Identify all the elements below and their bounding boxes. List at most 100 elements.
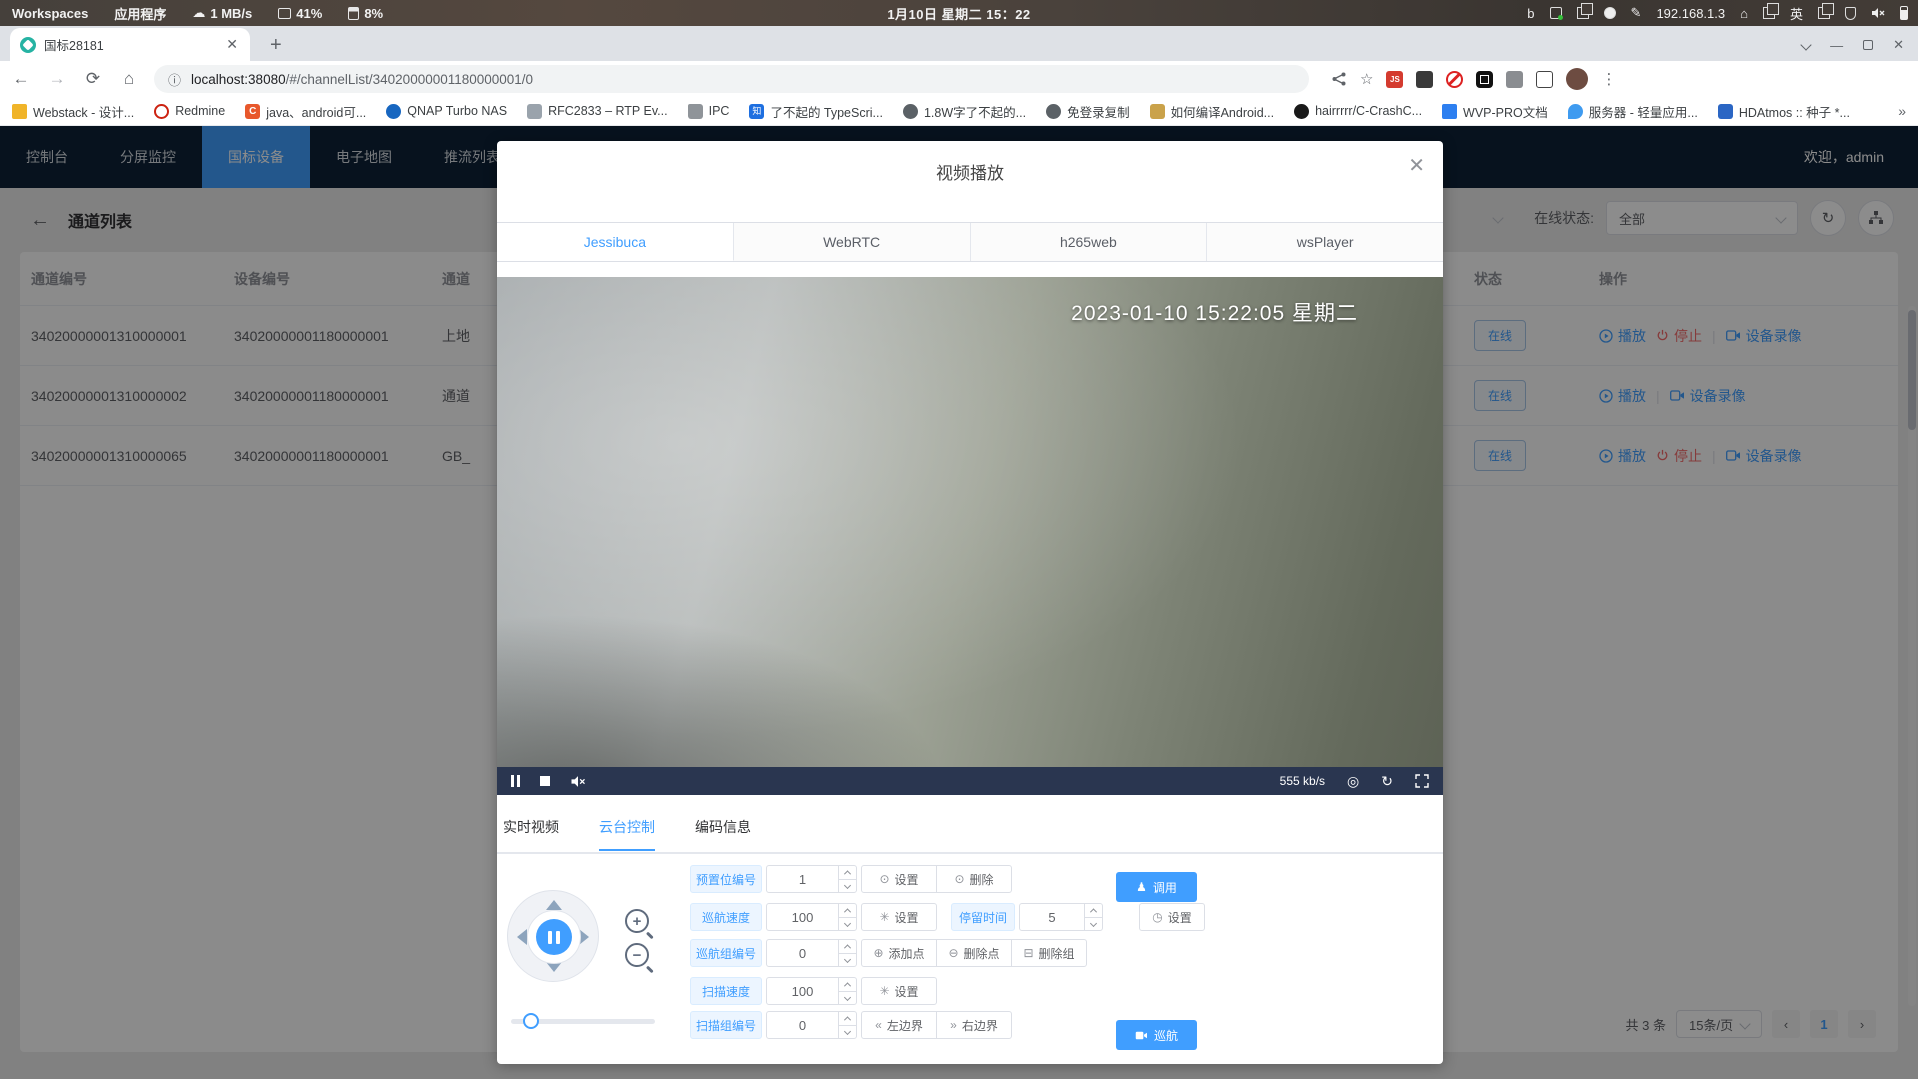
tab-webrtc[interactable]: WebRTC bbox=[734, 223, 971, 261]
extension-icon[interactable] bbox=[1536, 71, 1553, 88]
left-edge-button[interactable]: «左边界 bbox=[861, 1011, 937, 1039]
snapshot-button[interactable]: ◎ bbox=[1347, 773, 1359, 790]
volume-muted-button[interactable] bbox=[570, 775, 586, 788]
bookmark-item[interactable]: RFC2833 – RTP Ev... bbox=[527, 104, 668, 119]
clipboard-tray-icon[interactable] bbox=[1577, 7, 1589, 19]
window-close-button[interactable]: ✕ bbox=[1893, 37, 1904, 53]
applications-menu[interactable]: 应用程序 bbox=[114, 4, 166, 23]
tab-jessibuca[interactable]: Jessibuca bbox=[497, 223, 734, 261]
step-up-icon[interactable] bbox=[839, 940, 856, 953]
bookmark-item[interactable]: HDAtmos :: 种子 *... bbox=[1718, 102, 1850, 121]
step-up-icon[interactable] bbox=[839, 904, 856, 917]
forward-icon[interactable]: → bbox=[46, 69, 68, 89]
bookmark-item[interactable]: 知了不起的 TypeScri... bbox=[749, 102, 883, 121]
stay-time-field[interactable] bbox=[1020, 904, 1084, 930]
volume-muted-icon[interactable] bbox=[1871, 7, 1885, 19]
step-down-icon[interactable] bbox=[1085, 917, 1102, 931]
tab-live-video[interactable]: 实时视频 bbox=[503, 817, 559, 851]
stop-button[interactable] bbox=[540, 776, 550, 786]
bookmark-item[interactable]: 服务器 - 轻量应用... bbox=[1568, 102, 1698, 121]
input-language-indicator[interactable]: 英 bbox=[1790, 4, 1803, 23]
bookmark-item[interactable]: hairrrrr/C-CrashC... bbox=[1294, 104, 1422, 119]
tray-round-icon[interactable] bbox=[1604, 7, 1616, 19]
new-tab-button[interactable]: + bbox=[262, 34, 290, 61]
step-down-icon[interactable] bbox=[839, 879, 856, 893]
reload-icon[interactable]: ⟳ bbox=[82, 69, 104, 89]
blocker-extension-icon[interactable] bbox=[1446, 71, 1463, 88]
clock[interactable]: 1月10日 星期二 15：22 bbox=[887, 4, 1030, 23]
ptz-left-arrow[interactable] bbox=[517, 929, 527, 945]
scan-group-field[interactable] bbox=[767, 1012, 838, 1038]
extensions-puzzle-icon[interactable] bbox=[1506, 71, 1523, 88]
screenshot-tray-icon[interactable] bbox=[1550, 7, 1562, 19]
bookmark-item[interactable]: WVP-PRO文档 bbox=[1442, 102, 1548, 121]
pause-button[interactable] bbox=[511, 775, 520, 787]
step-up-icon[interactable] bbox=[1085, 904, 1102, 917]
cruise-speed-field[interactable] bbox=[767, 904, 838, 930]
tab-encoding-info[interactable]: 编码信息 bbox=[695, 817, 751, 851]
js-extension-icon[interactable]: JS bbox=[1386, 71, 1403, 88]
close-icon[interactable]: ✕ bbox=[1408, 153, 1425, 178]
fullscreen-button[interactable] bbox=[1415, 774, 1429, 788]
bookmark-item[interactable]: QNAP Turbo NAS bbox=[386, 104, 507, 119]
bookmark-star-icon[interactable]: ☆ bbox=[1360, 70, 1373, 88]
bookmark-item[interactable]: 免登录复制 bbox=[1046, 102, 1130, 121]
tab-ptz-control[interactable]: 云台控制 bbox=[599, 817, 655, 851]
tray-app-icon[interactable]: b bbox=[1527, 6, 1534, 21]
ptz-up-arrow[interactable] bbox=[546, 900, 562, 910]
site-info-icon[interactable]: ⓘ bbox=[168, 70, 181, 89]
delete-point-button[interactable]: ⊖删除点 bbox=[936, 939, 1012, 967]
add-point-button[interactable]: ⊕添加点 bbox=[861, 939, 937, 967]
preset-set-button[interactable]: ⊙设置 bbox=[861, 865, 937, 893]
stay-time-set-button[interactable]: ◷设置 bbox=[1139, 903, 1205, 931]
step-down-icon[interactable] bbox=[839, 1025, 856, 1039]
bookmark-item[interactable]: 1.8W字了不起的... bbox=[903, 102, 1026, 121]
bookmarks-overflow-chevron[interactable]: » bbox=[1898, 103, 1906, 119]
ptz-speed-slider[interactable] bbox=[511, 1019, 655, 1024]
bookmark-item[interactable]: Redmine bbox=[154, 104, 225, 119]
home-icon[interactable]: ⌂ bbox=[118, 69, 140, 89]
tab-h265web[interactable]: h265web bbox=[971, 223, 1208, 261]
pen-tray-icon[interactable]: ✎ bbox=[1631, 5, 1642, 21]
browser-tab[interactable]: 国标28181 ✕ bbox=[10, 28, 250, 61]
bookmark-item[interactable]: Webstack - 设计... bbox=[12, 102, 134, 121]
step-down-icon[interactable] bbox=[839, 953, 856, 967]
tab-close-icon[interactable]: ✕ bbox=[224, 36, 240, 53]
share-icon[interactable] bbox=[1331, 71, 1347, 87]
slider-thumb[interactable] bbox=[523, 1013, 539, 1029]
preset-call-button[interactable]: ♟调用 bbox=[1116, 872, 1197, 902]
video-surface[interactable]: 2023-01-10 15:22:05 星期二 上地社区大华 555 kb/s … bbox=[497, 277, 1443, 795]
refresh-stream-button[interactable]: ↻ bbox=[1381, 773, 1393, 790]
right-edge-button[interactable]: »右边界 bbox=[936, 1011, 1012, 1039]
back-icon[interactable]: ← bbox=[10, 69, 32, 89]
extension-icon[interactable] bbox=[1476, 71, 1493, 88]
delete-group-button[interactable]: ⊟删除组 bbox=[1011, 939, 1087, 967]
tab-wsplayer[interactable]: wsPlayer bbox=[1207, 223, 1443, 261]
windows-tray-icon[interactable] bbox=[1763, 7, 1775, 19]
preset-value-field[interactable] bbox=[767, 866, 838, 892]
home-tray-icon[interactable]: ⌂ bbox=[1740, 6, 1748, 21]
workspaces-button[interactable]: Workspaces bbox=[12, 6, 88, 21]
window-chevron-icon[interactable] bbox=[1800, 39, 1811, 50]
shield-tray-icon[interactable] bbox=[1845, 7, 1856, 20]
step-up-icon[interactable] bbox=[839, 866, 856, 879]
zoom-in-button[interactable]: + bbox=[625, 909, 649, 933]
zoom-out-button[interactable]: − bbox=[625, 943, 649, 967]
step-up-icon[interactable] bbox=[839, 978, 856, 991]
scan-speed-field[interactable] bbox=[767, 978, 838, 1004]
preset-delete-button[interactable]: ⊙删除 bbox=[936, 865, 1012, 893]
cruise-speed-set-button[interactable]: ✳设置 bbox=[861, 903, 937, 931]
window-maximize-button[interactable] bbox=[1863, 40, 1873, 50]
step-down-icon[interactable] bbox=[839, 991, 856, 1005]
ptz-stop-pause-button[interactable] bbox=[536, 919, 572, 955]
step-down-icon[interactable] bbox=[839, 917, 856, 931]
window-minimize-button[interactable]: — bbox=[1830, 38, 1843, 53]
extension-icon[interactable] bbox=[1416, 71, 1433, 88]
bookmark-item[interactable]: Cjava、android可... bbox=[245, 102, 366, 121]
ptz-direction-pad[interactable] bbox=[507, 890, 599, 982]
step-up-icon[interactable] bbox=[839, 1012, 856, 1025]
browser-menu-icon[interactable]: ⋮ bbox=[1601, 70, 1616, 88]
bookmark-item[interactable]: 如何编译Android... bbox=[1150, 102, 1275, 121]
bookmark-item[interactable]: IPC bbox=[688, 104, 730, 119]
profile-avatar[interactable] bbox=[1566, 68, 1588, 90]
